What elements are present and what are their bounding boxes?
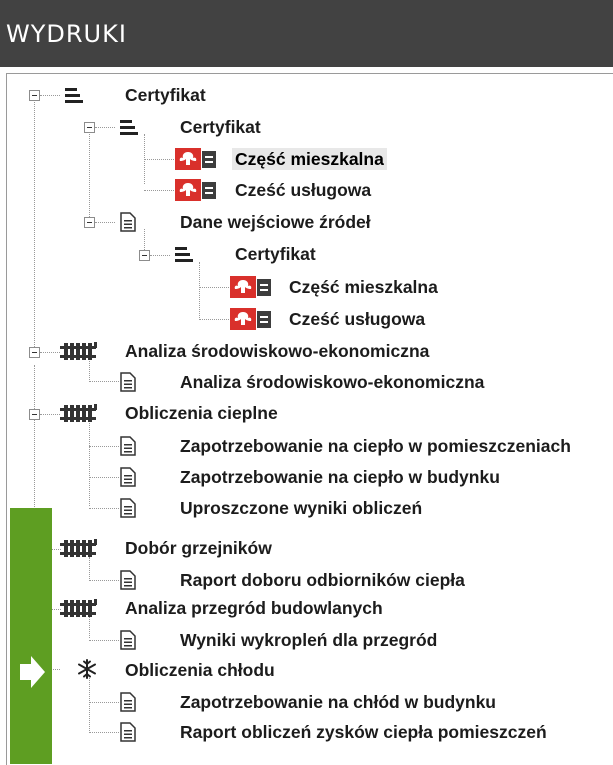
collapse-toggle[interactable] [29,409,40,420]
stack-icon [120,120,138,135]
tree-item-label: Uproszczone wyniki obliczeń [180,498,423,518]
collapse-toggle[interactable] [29,90,40,101]
document-icon [120,372,136,392]
emblem-doc-icon [230,308,271,330]
snowflake-icon [78,659,96,679]
document-icon [120,498,136,518]
document-icon [120,630,136,650]
tree-item-label: Certyfikat [235,244,316,264]
emblem-doc-icon [230,276,271,298]
stack-icon [175,247,193,262]
document-icon [120,467,136,487]
tree-item-label: Analiza środowiskowo-ekonomiczna [125,341,430,361]
header-title: WYDRUKI [6,20,127,48]
collapse-toggle[interactable] [84,122,95,133]
document-icon [120,692,136,712]
arrow-right-icon [20,656,45,688]
tree-item-label: Certyfikat [180,117,261,137]
tree-item-label: Obliczenia cieplne [125,403,278,423]
tree-item-label: Analiza przegród budowlanych [125,598,383,618]
document-icon [120,436,136,456]
emblem-doc-icon [175,179,216,201]
tree-item-label: Część mieszkalna [232,148,387,170]
document-icon [120,722,136,742]
tree-item-label: Dobór grzejników [125,538,272,558]
tree-item-label: Raport obliczeń zysków ciepła pomieszcze… [180,722,547,742]
print-tree[interactable]: Certyfikat Certyfikat Część mieszkalna C… [6,73,613,765]
radiator-icon [60,539,97,557]
collapse-toggle[interactable] [139,250,150,261]
tree-item-label: Zapotrzebowanie na chłód w budynku [180,692,496,712]
stack-icon [65,88,83,103]
tree-item-label: Zapotrzebowanie na ciepło w budynku [180,467,500,487]
tree-item-label: Część mieszkalna [289,277,438,297]
radiator-icon [60,342,97,360]
window-header: WYDRUKI [0,0,613,67]
tree-item-label: Zapotrzebowanie na ciepło w pomieszczeni… [180,436,571,456]
emblem-doc-icon [175,148,216,170]
tree-item-label: Obliczenia chłodu [125,660,275,680]
collapse-toggle[interactable] [29,347,40,358]
tree-item-label: Cześć usługowa [289,309,426,329]
document-icon [120,212,136,232]
tree-item-label: Analiza środowiskowo-ekonomiczna [180,372,485,392]
document-icon [120,570,136,590]
collapse-toggle[interactable] [84,217,95,228]
radiator-icon [60,404,97,422]
tree-item-label: Certyfikat [125,85,206,105]
tree-item-label: Cześć usługowa [235,180,372,200]
tree-item-label: Raport doboru odbiorników ciepła [180,570,465,590]
tree-item-label: Wyniki wykropleń dla przegród [180,630,438,650]
radiator-icon [60,599,97,617]
side-expand-tab[interactable] [10,508,52,764]
tree-item-label: Dane wejściowe źródeł [180,212,371,232]
